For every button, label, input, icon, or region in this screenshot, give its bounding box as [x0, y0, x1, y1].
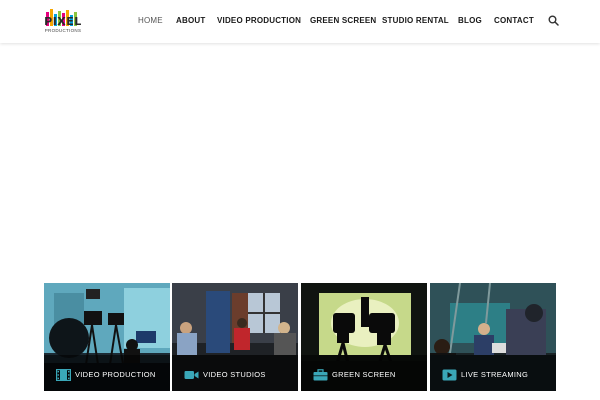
nav-item-about[interactable]: ABOUT — [176, 16, 205, 26]
tile-caption: LIVE STREAMING — [442, 368, 528, 382]
site-header: PIXEL PRODUCTIONS HOME ABOUT VIDEO PRODU… — [0, 0, 600, 43]
tile-caption: VIDEO STUDIOS — [184, 368, 266, 382]
nav-item-green-screen[interactable]: GREEN SCREEN — [310, 16, 376, 26]
tile-video-studios[interactable]: VIDEO STUDIOS — [172, 283, 298, 391]
main-nav: HOME ABOUT VIDEO PRODUCTION GREEN SCREEN… — [0, 0, 600, 43]
nav-item-contact[interactable]: CONTACT — [494, 16, 534, 26]
tile-caption: VIDEO PRODUCTION — [56, 368, 156, 382]
tile-label-video-production: VIDEO PRODUCTION — [75, 370, 156, 379]
search-icon[interactable] — [548, 15, 559, 26]
tile-label-live-streaming: LIVE STREAMING — [461, 370, 529, 379]
tile-label-video-studios: VIDEO STUDIOS — [203, 370, 266, 379]
briefcase-icon — [313, 369, 328, 381]
nav-item-video-production[interactable]: VIDEO PRODUCTION — [217, 16, 301, 26]
nav-item-studio-rental[interactable]: STUDIO RENTAL — [382, 16, 449, 26]
tile-live-streaming[interactable]: LIVE STREAMING — [430, 283, 556, 391]
nav-item-home[interactable]: HOME — [138, 16, 163, 26]
tile-video-production[interactable]: VIDEO PRODUCTION — [44, 283, 170, 391]
tile-green-screen[interactable]: GREEN SCREEN — [301, 283, 427, 391]
tile-label-green-screen: GREEN SCREEN — [332, 370, 396, 379]
nav-item-blog[interactable]: BLOG — [458, 16, 482, 26]
tile-caption: GREEN SCREEN — [313, 368, 396, 382]
play-icon — [442, 369, 457, 381]
video-camera-icon — [184, 371, 199, 379]
film-icon — [56, 369, 71, 381]
